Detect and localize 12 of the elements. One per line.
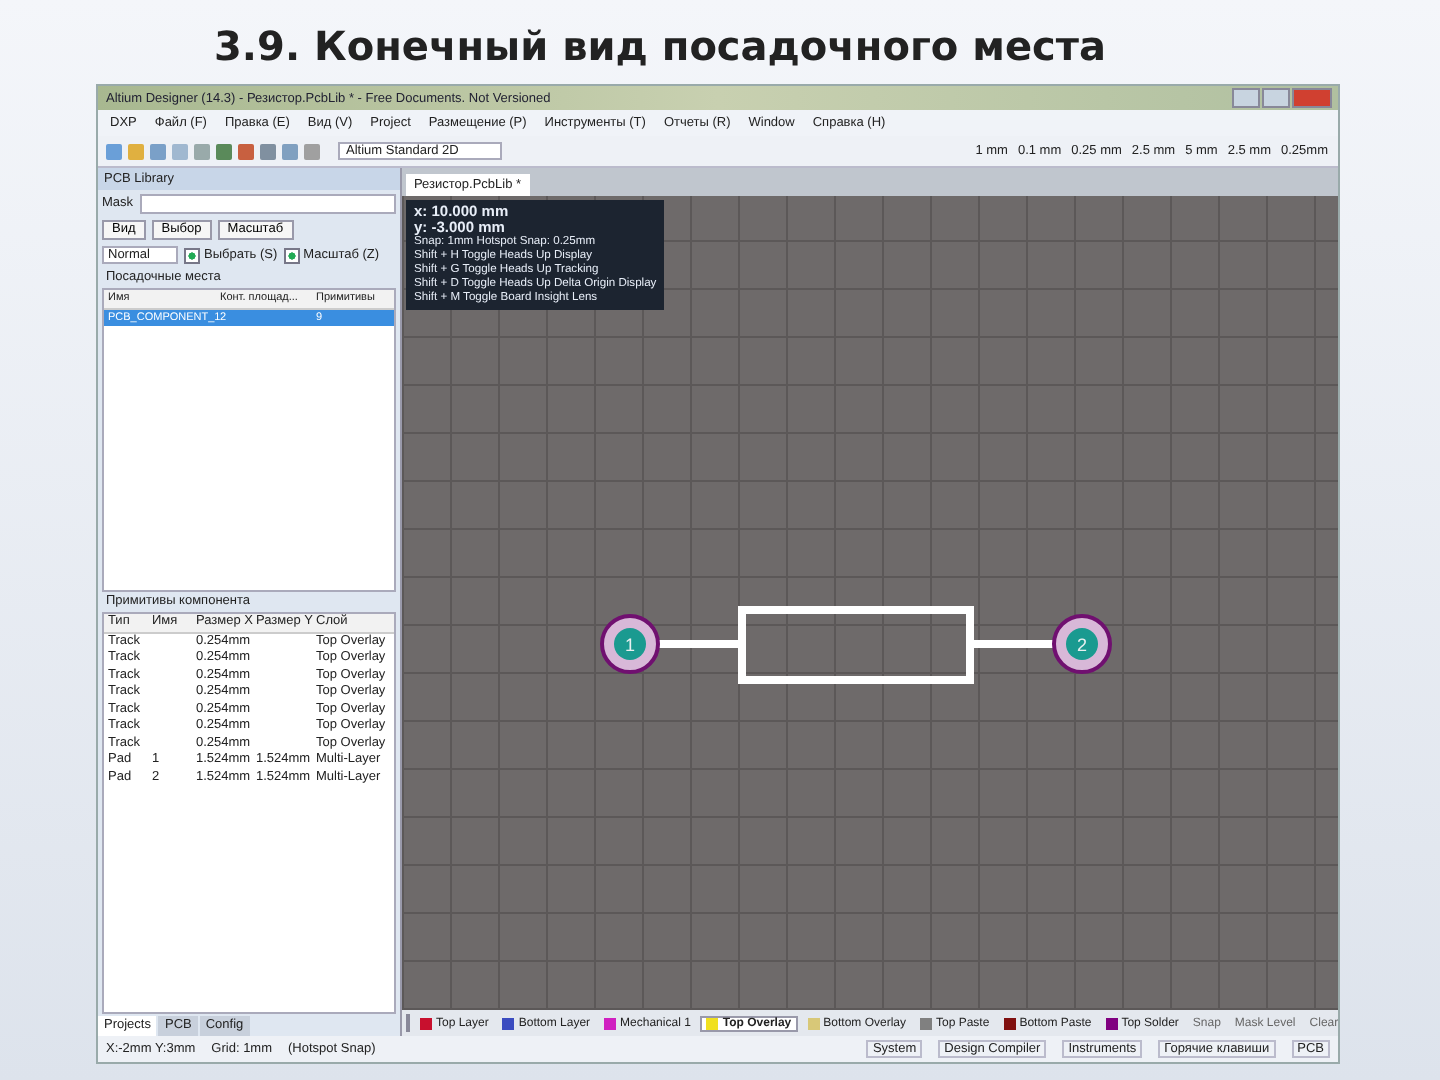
maximize-button[interactable] [1262, 88, 1290, 108]
slide-title: 3.9. Конечный вид посадочного места [212, 20, 1108, 74]
pad-number: 2 [1077, 635, 1087, 655]
mask-field[interactable] [139, 193, 396, 213]
pad[interactable] [600, 614, 660, 674]
checkbox[interactable] [184, 247, 200, 263]
pad[interactable] [1052, 614, 1112, 674]
minimize-button[interactable] [1232, 88, 1260, 108]
close-button[interactable] [1292, 88, 1332, 108]
pcb-canvas[interactable] [402, 196, 1338, 1010]
checkbox[interactable] [283, 247, 300, 263]
pad-number: 1 [625, 635, 635, 655]
